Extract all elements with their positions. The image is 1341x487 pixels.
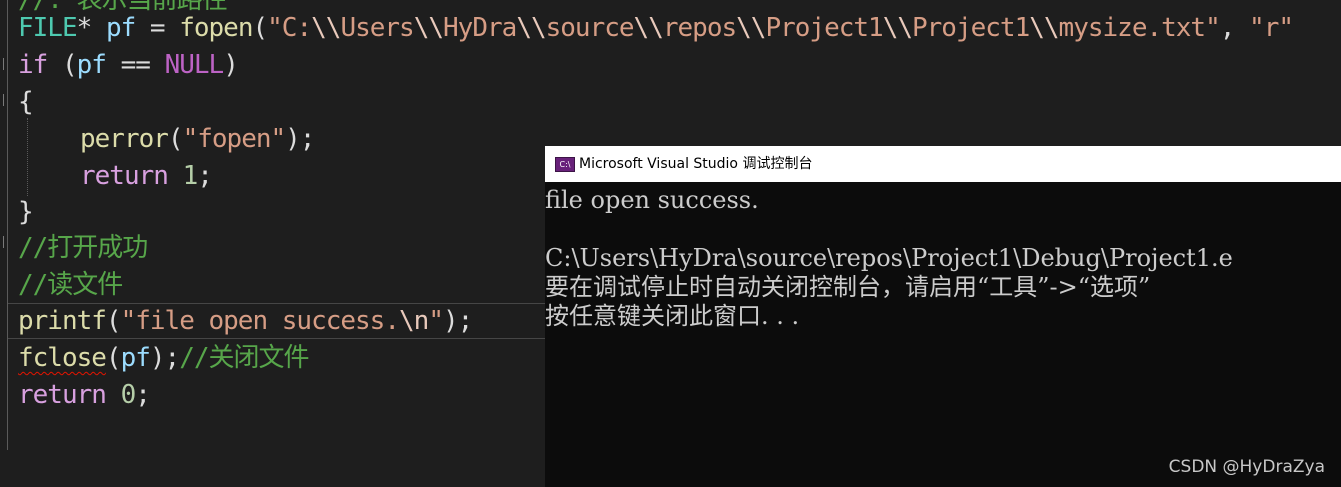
code-line[interactable]: perror("fopen"); bbox=[80, 121, 315, 158]
code-token: printf bbox=[18, 306, 107, 336]
indent-guide bbox=[27, 118, 28, 196]
console-line: file open success. bbox=[545, 186, 759, 214]
code-token: , bbox=[1219, 13, 1250, 43]
code-line[interactable]: return 0; bbox=[18, 377, 151, 414]
vs-console-icon: C:\ bbox=[555, 157, 575, 172]
code-token: return bbox=[80, 161, 169, 191]
code-token: " bbox=[428, 306, 444, 336]
console-title: Microsoft Visual Studio 调试控制台 bbox=[579, 156, 813, 172]
code-token: * bbox=[76, 13, 106, 43]
code-token: source bbox=[545, 13, 635, 43]
code-token: return bbox=[18, 380, 107, 410]
console-titlebar[interactable]: C:\ Microsoft Visual Studio 调试控制台 bbox=[545, 146, 1341, 182]
code-token: \\ bbox=[882, 13, 913, 43]
watermark: CSDN @HyDraZya bbox=[1168, 457, 1325, 477]
code-token: mysize.txt" bbox=[1058, 13, 1221, 43]
code-token: "fopen" bbox=[182, 124, 287, 154]
code-token: \\ bbox=[633, 13, 664, 43]
code-token: \\ bbox=[736, 13, 766, 43]
code-token: \\ bbox=[1029, 13, 1059, 43]
code-token: NULL bbox=[164, 50, 225, 80]
code-token: } bbox=[18, 197, 34, 227]
code-token: Users bbox=[340, 13, 414, 43]
code-token: ( bbox=[47, 50, 78, 80]
code-token: 0 bbox=[120, 380, 137, 410]
code-token: \n bbox=[399, 306, 429, 336]
code-token: { bbox=[18, 87, 34, 117]
code-line[interactable]: FILE* pf = fopen("C:\\Users\\HyDra\\sour… bbox=[18, 10, 1294, 47]
code-token: repos bbox=[662, 13, 737, 43]
console-line: 要在调试停止时自动关闭控制台，请启用“工具”->“选项” bbox=[545, 273, 1151, 301]
code-line[interactable]: //打开成功 bbox=[18, 230, 148, 267]
console-line: 按任意键关闭此窗口. . . bbox=[545, 302, 800, 330]
code-token: pf bbox=[76, 50, 107, 80]
code-token: ( bbox=[105, 343, 122, 373]
code-line[interactable]: if (pf == NULL) bbox=[18, 47, 239, 84]
code-token: HyDra bbox=[443, 13, 517, 43]
code-token: //打开成功 bbox=[18, 233, 148, 263]
code-token: == bbox=[105, 50, 165, 80]
code-token: ); bbox=[285, 124, 315, 154]
code-line[interactable]: fclose(pf);//关闭文件 bbox=[18, 340, 310, 377]
code-line[interactable]: return 1; bbox=[80, 158, 213, 195]
code-token: "C: bbox=[267, 13, 312, 43]
code-token: ( bbox=[167, 124, 184, 154]
outline-marker[interactable] bbox=[3, 236, 8, 248]
code-token: ( bbox=[105, 306, 122, 336]
outline-marker[interactable] bbox=[3, 58, 8, 70]
code-token: fopen bbox=[179, 13, 253, 43]
code-token: \\ bbox=[311, 13, 341, 43]
code-token: perror bbox=[80, 124, 169, 154]
code-token: FILE bbox=[18, 13, 78, 43]
code-token: //读文件 bbox=[18, 270, 123, 300]
code-token: "file open success. bbox=[120, 306, 400, 336]
code-token: 1 bbox=[182, 161, 199, 191]
outline-marker[interactable] bbox=[3, 94, 8, 106]
code-token: Project1 bbox=[912, 13, 1030, 43]
code-token: = bbox=[135, 13, 180, 43]
code-line[interactable]: { bbox=[18, 84, 34, 121]
code-token: ; bbox=[135, 380, 151, 410]
debug-console-window[interactable]: C:\ Microsoft Visual Studio 调试控制台 file o… bbox=[545, 146, 1341, 487]
code-token: ); bbox=[442, 306, 473, 336]
code-line[interactable]: } bbox=[18, 194, 34, 231]
code-token: ) bbox=[223, 50, 239, 80]
console-line: C:\Users\HyDra\source\repos\Project1\Deb… bbox=[545, 244, 1233, 272]
code-line[interactable]: //读文件 bbox=[18, 267, 123, 304]
code-token: \\ bbox=[516, 13, 546, 43]
code-token: fclose bbox=[18, 343, 107, 373]
code-token: pf bbox=[105, 13, 136, 43]
code-token: if bbox=[18, 50, 48, 80]
code-token: ; bbox=[197, 161, 213, 191]
code-token: //关闭文件 bbox=[179, 343, 309, 373]
code-line[interactable]: printf("file open success.\n"); bbox=[18, 303, 473, 340]
code-token: ( bbox=[252, 13, 269, 43]
code-token: "r" bbox=[1249, 13, 1294, 43]
code-token: Project1 bbox=[765, 13, 883, 43]
code-token: pf bbox=[120, 343, 151, 373]
code-token: ); bbox=[149, 343, 180, 373]
code-token: \\ bbox=[413, 13, 444, 43]
